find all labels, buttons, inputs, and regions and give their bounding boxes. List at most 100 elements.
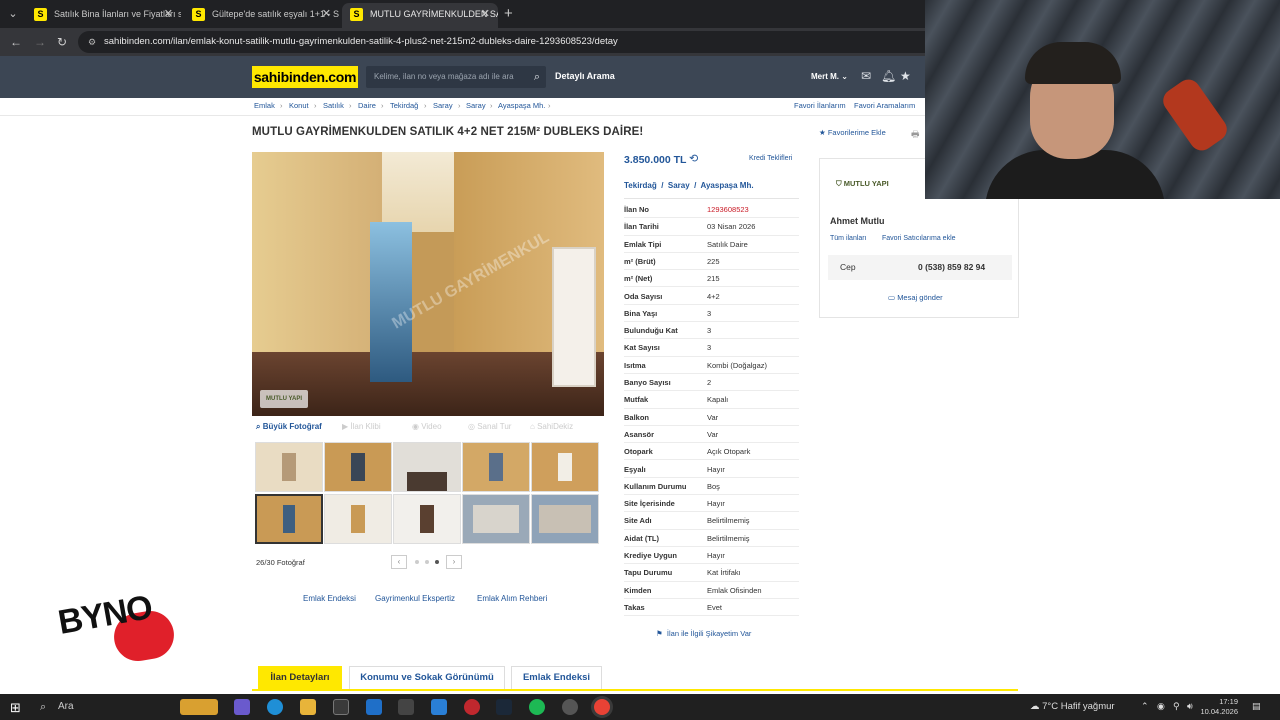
print-icon[interactable]: 🖶 — [911, 127, 920, 143]
copilot-icon[interactable] — [234, 699, 250, 715]
edge-icon[interactable] — [267, 699, 283, 715]
detail-key: İlan Tarihi — [624, 222, 659, 232]
microphone-icon[interactable]: ⚲ — [1173, 701, 1180, 712]
breadcrumb-item[interactable]: Satılık — [323, 101, 344, 110]
breadcrumb-item[interactable]: Daire — [358, 101, 376, 110]
seller-name[interactable]: Ahmet Mutlu — [830, 216, 885, 226]
phone-number[interactable]: 0 (538) 859 82 94 — [918, 262, 985, 272]
all-listings-link[interactable]: Tüm ilanları — [830, 235, 867, 242]
opera-icon[interactable] — [464, 699, 480, 715]
breadcrumb-item[interactable]: Saray — [433, 101, 453, 110]
close-icon[interactable]: ✕ — [481, 3, 490, 26]
network-icon[interactable]: ◉ — [1157, 701, 1165, 712]
tab-search-icon[interactable]: ⌄ — [4, 5, 22, 23]
complaint-link[interactable]: ⚑ İlan ile İlgili Şikayetim Var — [656, 629, 751, 638]
widget-icon[interactable] — [180, 699, 218, 715]
photo-thumbnail[interactable] — [462, 442, 530, 492]
buying-guide-link[interactable]: Emlak Alım Rehberi — [477, 594, 547, 603]
tab-video: ◉ Video — [412, 422, 442, 431]
taskbar-search[interactable]: ⌕ Ara — [34, 694, 174, 720]
star-icon[interactable]: ★ — [900, 69, 911, 83]
breadcrumb-item[interactable]: Saray — [466, 101, 486, 110]
notification-icon[interactable]: ▤ — [1252, 701, 1261, 712]
pager-dot-active[interactable] — [435, 560, 439, 564]
user-menu[interactable]: Mert M. ⌄ — [811, 72, 848, 81]
photo-thumbnail[interactable] — [324, 442, 392, 492]
windows-start-icon[interactable]: ⊞ — [10, 700, 21, 716]
detail-value: 4+2 — [707, 291, 720, 301]
browser-tab[interactable]: S Satılık Bina İlanları ve Fiyatları sa … — [26, 3, 181, 28]
forward-icon[interactable]: → — [34, 34, 46, 50]
location-neighborhood[interactable]: Ayaspaşa Mh. — [701, 181, 754, 190]
chevron-up-icon[interactable]: ⌃ — [1141, 701, 1149, 712]
obs-icon[interactable] — [562, 699, 578, 715]
browser-tab-active[interactable]: S MUTLU GAYRİMENKULDEN SAT ✕ — [342, 3, 498, 28]
pager-dot[interactable] — [425, 560, 429, 564]
search-input[interactable]: Kelime, ilan no veya mağaza adı ile ara … — [366, 66, 546, 88]
breadcrumb-item[interactable]: Ayaspaşa Mh. — [498, 101, 545, 110]
detail-key: Kimden — [624, 585, 652, 595]
favorite-listings-link[interactable]: Favori İlanlarım — [794, 101, 846, 110]
mail-icon[interactable]: ✉ — [861, 69, 871, 83]
browser-tab[interactable]: S Gültepe'de satılık eşyalı 1+1 - S ✕ — [184, 3, 339, 28]
security-icon[interactable] — [398, 699, 414, 715]
outlook-icon[interactable] — [366, 699, 382, 715]
tab-emlak-index[interactable]: Emlak Endeksi — [511, 666, 602, 690]
detail-row: Takas Evet — [624, 599, 799, 617]
breadcrumb-item[interactable]: Konut — [289, 101, 309, 110]
url-input[interactable]: ⚙ sahibinden.com/ilan/emlak-konut-satili… — [78, 31, 938, 53]
location-district[interactable]: Saray — [668, 181, 690, 190]
spotify-icon[interactable] — [529, 699, 545, 715]
photo-thumbnail[interactable] — [531, 442, 599, 492]
price-history-icon[interactable]: ⟲ — [689, 152, 698, 165]
send-message-button[interactable]: ▭ Mesaj gönder — [888, 293, 943, 302]
chrome-icon[interactable] — [594, 699, 610, 715]
photo-thumbnail[interactable] — [393, 494, 461, 544]
breadcrumb-item[interactable]: Emlak — [254, 101, 275, 110]
photo-thumbnail[interactable] — [255, 442, 323, 492]
shield-icon: ⛉ — [836, 179, 842, 188]
windows-taskbar: ⊞ ⌕ Ara ☁ 7°C Hafif yağmur ⌃ ◉ ⚲ 🔊︎ 17:19… — [0, 694, 1280, 720]
pager-dot[interactable] — [415, 560, 419, 564]
store-icon[interactable] — [333, 699, 349, 715]
photo-thumbnail-selected[interactable] — [255, 494, 323, 544]
volume-icon[interactable]: 🔊︎ — [1187, 701, 1193, 712]
new-tab-icon[interactable]: + — [504, 5, 513, 23]
detailed-search-link[interactable]: Detaylı Arama — [555, 71, 615, 81]
system-clock[interactable]: 17:19 10.04.2026 — [1198, 697, 1238, 717]
emlak-index-link[interactable]: Emlak Endeksi — [303, 594, 356, 603]
tab-listing-details[interactable]: İlan Detayları — [258, 666, 342, 690]
bell-icon[interactable]: 🔔︎ — [881, 69, 896, 83]
close-icon[interactable]: ✕ — [322, 3, 331, 26]
photo-thumbnail[interactable] — [393, 442, 461, 492]
photo-thumbnail[interactable] — [531, 494, 599, 544]
loan-offers-link[interactable]: Kredi Teklifleri — [749, 155, 792, 162]
tab-location[interactable]: Konumu ve Sokak Görünümü — [349, 666, 505, 690]
back-icon[interactable]: ← — [10, 34, 22, 50]
seller-logo[interactable]: ⛉ MUTLU YAPI — [836, 179, 889, 189]
favorite-searches-link[interactable]: Favori Aramalarım — [854, 101, 915, 110]
file-explorer-icon[interactable] — [300, 699, 316, 715]
tab-big-photo[interactable]: ⌕ Büyük Fotoğraf — [256, 422, 322, 432]
location-city[interactable]: Tekirdağ — [624, 181, 657, 190]
breadcrumb-item[interactable]: Tekirdağ — [390, 101, 418, 110]
photo-thumbnail[interactable] — [462, 494, 530, 544]
main-photo[interactable]: MUTLU GAYRİMENKUL MUTLU YAPI — [252, 152, 604, 416]
next-page-icon[interactable]: › — [446, 555, 462, 569]
site-info-icon[interactable]: ⚙ — [88, 31, 96, 53]
detail-key: Tapu Durumu — [624, 568, 673, 578]
vscode-icon[interactable] — [431, 699, 447, 715]
close-icon[interactable]: ✕ — [164, 3, 173, 26]
expertise-link[interactable]: Gayrimenkul Ekspertiz — [375, 594, 455, 603]
sahibinden-logo[interactable]: sahibinden.com — [252, 66, 358, 88]
add-favorite-link[interactable]: ★ Favorilerime Ekle — [819, 128, 886, 137]
cloud-rain-icon: ☁ — [1030, 701, 1040, 712]
clock-date: 10.04.2026 — [1200, 707, 1238, 716]
search-icon[interactable]: ⌕ — [534, 66, 540, 88]
prev-page-icon[interactable]: ‹ — [391, 555, 407, 569]
steam-icon[interactable] — [496, 699, 512, 715]
reload-icon[interactable]: ↻ — [57, 34, 67, 50]
weather-widget[interactable]: ☁ 7°C Hafif yağmur — [1030, 701, 1115, 712]
favorite-seller-link[interactable]: Favori Satıcılarıma ekle — [882, 235, 956, 242]
photo-thumbnail[interactable] — [324, 494, 392, 544]
